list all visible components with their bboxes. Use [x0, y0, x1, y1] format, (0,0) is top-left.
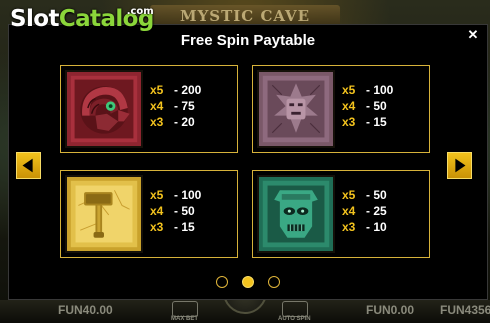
payout-row: x5 - 200 [150, 82, 235, 98]
logo-domain: .com [126, 6, 154, 17]
modal-title: Free Spin Paytable [180, 32, 316, 49]
payout-row: x4 - 50 [150, 203, 235, 219]
max-bet-label: MAX BET [171, 316, 198, 322]
payout-row: x5 - 100 [342, 82, 427, 98]
payout-value: - 100 [366, 83, 394, 97]
golden-hammer-icon [65, 175, 143, 253]
win-amount: FUN0.00 [366, 303, 415, 317]
payout-value: - 100 [174, 188, 202, 202]
payout-value: - 25 [366, 204, 387, 218]
arrow-right-icon[interactable] [447, 152, 472, 179]
payout-multiplier: x4 [150, 99, 164, 113]
pagination-dots [9, 276, 487, 288]
arrow-left-icon[interactable] [16, 152, 41, 179]
paytable-modal: Free Spin Paytable ✕ x5 - 200 x4 - 75 x3… [8, 24, 488, 300]
payout-list: x5 - 100 x4 - 50 x3 - 15 [150, 187, 235, 235]
close-icon[interactable]: ✕ [467, 28, 479, 41]
payout-multiplier: x5 [342, 83, 356, 97]
page-dot-2[interactable] [242, 276, 254, 288]
paytable-card: x5 - 200 x4 - 75 x3 - 20 [60, 65, 238, 153]
payout-value: - 50 [366, 99, 387, 113]
payout-value: - 200 [174, 83, 202, 97]
payout-row: x5 - 100 [150, 187, 235, 203]
payout-multiplier: x5 [150, 188, 164, 202]
payout-multiplier: x3 [150, 115, 164, 129]
payout-multiplier: x3 [150, 220, 164, 234]
payout-value: - 10 [366, 220, 387, 234]
payout-row: x3 - 20 [150, 114, 235, 130]
balance-amount: FUN4356 [440, 303, 490, 317]
bet-amount[interactable]: FUN40.00 [58, 303, 113, 317]
payout-row: x3 - 15 [342, 114, 427, 130]
payout-row: x3 - 15 [150, 219, 235, 235]
auto-spin-label: AUTO SPIN [278, 316, 311, 322]
payout-multiplier: x4 [150, 204, 164, 218]
payout-list: x5 - 100 x4 - 50 x3 - 15 [342, 82, 427, 130]
serpent-medallion-icon [65, 70, 143, 148]
payout-value: - 50 [366, 188, 387, 202]
payout-row: x4 - 25 [342, 203, 427, 219]
auto-spin-icon[interactable] [282, 301, 308, 317]
payout-list: x5 - 200 x4 - 75 x3 - 20 [150, 82, 235, 130]
payout-multiplier: x4 [342, 99, 356, 113]
max-bet-icon[interactable] [172, 301, 198, 317]
payout-multiplier: x4 [342, 204, 356, 218]
logo-word-slot: Slot [10, 6, 59, 32]
slotcatalog-logo: SlotCatalog .com [10, 6, 154, 32]
payout-multiplier: x3 [342, 115, 356, 129]
payout-value: - 15 [174, 220, 195, 234]
stone-mask-icon [257, 70, 335, 148]
payout-row: x3 - 10 [342, 219, 427, 235]
payout-value: - 75 [174, 99, 195, 113]
paytable-card: x5 - 50 x4 - 25 x3 - 10 [252, 170, 430, 258]
paytable-card: x5 - 100 x4 - 50 x3 - 15 [252, 65, 430, 153]
payout-list: x5 - 50 x4 - 25 x3 - 10 [342, 187, 427, 235]
payout-multiplier: x3 [342, 220, 356, 234]
page-dot-1[interactable] [216, 276, 228, 288]
payout-value: - 20 [174, 115, 195, 129]
payout-value: - 50 [174, 204, 195, 218]
payout-multiplier: x5 [342, 188, 356, 202]
payout-row: x4 - 50 [342, 98, 427, 114]
payout-multiplier: x5 [150, 83, 164, 97]
payout-row: x5 - 50 [342, 187, 427, 203]
jade-mask-icon [257, 175, 335, 253]
paytable-card: x5 - 100 x4 - 50 x3 - 15 [60, 170, 238, 258]
payout-row: x4 - 75 [150, 98, 235, 114]
payout-value: - 15 [366, 115, 387, 129]
page-dot-3[interactable] [268, 276, 280, 288]
